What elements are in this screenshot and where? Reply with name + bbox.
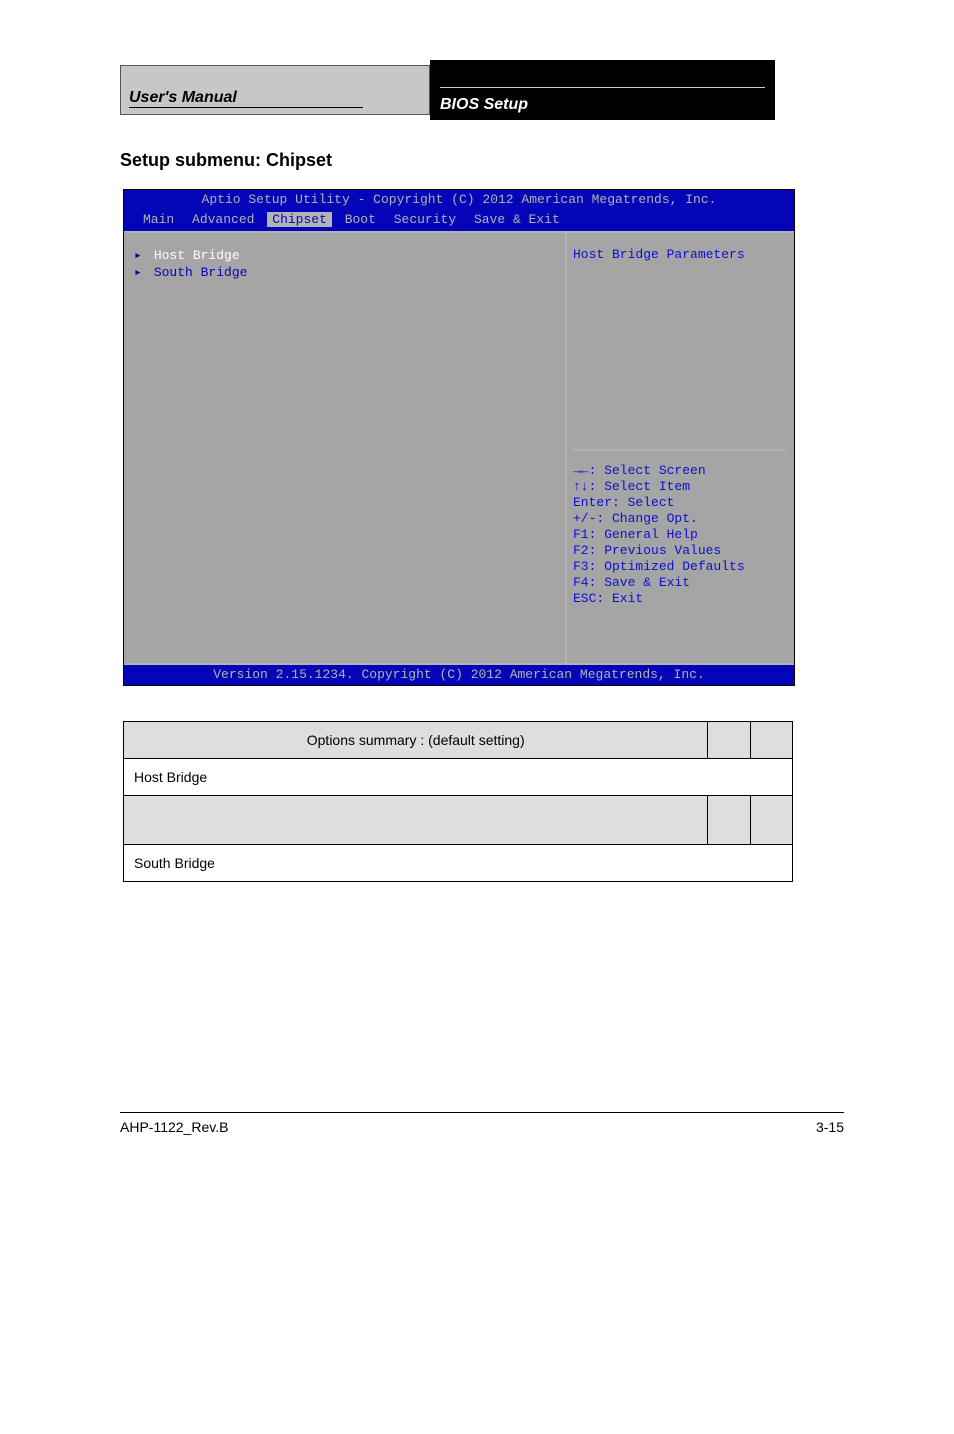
table-header-cell [708, 722, 750, 759]
header-left-title: User's Manual [129, 89, 363, 108]
header-tab-left: User's Manual [120, 65, 430, 115]
bios-tab-main[interactable]: Main [138, 212, 179, 227]
legend-enter: Enter: Select [573, 495, 786, 511]
header-right-title: BIOS Setup [440, 87, 765, 114]
table-label-cell: Host Bridge [124, 759, 793, 796]
bios-tab-advanced[interactable]: Advanced [187, 212, 259, 227]
bios-body: ▸ Host Bridge ▸ South Bridge Host Bridge… [124, 231, 794, 663]
legend-f4: F4: Save & Exit [573, 575, 786, 591]
bios-screenshot: Aptio Setup Utility - Copyright (C) 2012… [123, 189, 795, 686]
legend-f1: F1: General Help [573, 527, 786, 543]
section-title: Setup submenu: Chipset [120, 150, 844, 171]
triangle-right-icon: ▸ [134, 247, 146, 264]
document-header: User's Manual BIOS Setup [120, 60, 844, 120]
legend-select-item: ↑↓: Select Item [573, 479, 786, 495]
legend-change-opt: +/-: Change Opt. [573, 511, 786, 527]
bios-tab-chipset[interactable]: Chipset [267, 212, 332, 227]
table-header-cell [750, 796, 792, 845]
bios-tabbar[interactable]: Main Advanced Chipset Boot Security Save… [124, 210, 794, 231]
bios-tab-boot[interactable]: Boot [340, 212, 381, 227]
bios-title: Aptio Setup Utility - Copyright (C) 2012… [124, 190, 794, 210]
table-header-cell [708, 796, 750, 845]
bios-item-host-bridge[interactable]: ▸ Host Bridge [134, 247, 557, 264]
bios-item-label: South Bridge [154, 265, 248, 280]
table-label-cell: South Bridge [124, 845, 793, 882]
table-row: Host Bridge [124, 759, 793, 796]
header-tab-right: BIOS Setup [430, 60, 775, 120]
page-footer: AHP-1122_Rev.B 3-15 [120, 1112, 844, 1135]
footer-right: 3-15 [816, 1119, 844, 1135]
options-table: Options summary : (default setting) Host… [123, 721, 793, 882]
bios-tab-security[interactable]: Security [389, 212, 461, 227]
bios-item-south-bridge[interactable]: ▸ South Bridge [134, 264, 557, 281]
bios-item-label: Host Bridge [154, 248, 240, 263]
bios-tab-save-exit[interactable]: Save & Exit [469, 212, 565, 227]
bios-key-legend: →←: Select Screen ↑↓: Select Item Enter:… [573, 451, 786, 607]
bios-footer: Version 2.15.1234. Copyright (C) 2012 Am… [124, 663, 794, 685]
legend-select-screen: →←: Select Screen [573, 463, 786, 479]
table-header-cell [124, 796, 708, 845]
bios-right-pane: Host Bridge Parameters →←: Select Screen… [567, 233, 794, 663]
table-header-cell [750, 722, 792, 759]
table-header-cell: Options summary : (default setting) [124, 722, 708, 759]
triangle-right-icon: ▸ [134, 264, 146, 281]
legend-f3: F3: Optimized Defaults [573, 559, 786, 575]
table-header-row: Options summary : (default setting) [124, 722, 793, 759]
bios-left-pane[interactable]: ▸ Host Bridge ▸ South Bridge [124, 233, 567, 663]
bios-help-description: Host Bridge Parameters [573, 247, 786, 451]
legend-f2: F2: Previous Values [573, 543, 786, 559]
legend-esc: ESC: Exit [573, 591, 786, 607]
table-header-row [124, 796, 793, 845]
table-row: South Bridge [124, 845, 793, 882]
footer-left: AHP-1122_Rev.B [120, 1119, 228, 1135]
